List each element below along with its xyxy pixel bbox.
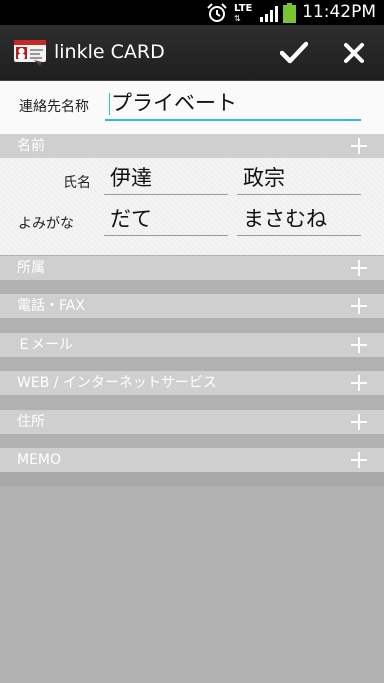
app-title: linkle CARD (54, 41, 165, 63)
section-divider (0, 395, 384, 409)
first-name-value: 政宗 (243, 166, 285, 190)
plus-icon (351, 452, 367, 468)
alarm-icon (206, 0, 228, 25)
name-fields: 氏名 伊達 政宗 よみがな だて まさむね (0, 158, 384, 255)
signal-icon (259, 0, 279, 25)
last-name-value: 伊達 (110, 166, 152, 190)
section-title-email: Ｅメール (17, 337, 73, 353)
section-divider (0, 357, 384, 371)
plus-icon (351, 298, 367, 314)
section-title-name: 名前 (17, 138, 45, 154)
checkmark-icon (280, 41, 308, 63)
plus-icon (351, 138, 367, 154)
status-bar: LTE ⇅ 11:42PM (0, 0, 384, 25)
last-name-input[interactable]: 伊達 (104, 164, 228, 195)
section-header-web[interactable]: WEB / インターネットサービス (0, 371, 384, 395)
full-name-label: 氏名 (63, 175, 91, 191)
battery-icon (283, 0, 296, 25)
section-header-affiliation[interactable]: 所属 (0, 256, 384, 280)
cancel-button[interactable] (326, 25, 382, 80)
contact-name-input[interactable]: プライベート (105, 89, 361, 121)
text-caret (109, 93, 110, 115)
section-title-affiliation: 所属 (17, 260, 45, 276)
plus-icon (351, 414, 367, 430)
section-header-name[interactable]: 名前 (0, 134, 384, 158)
section-divider (0, 472, 384, 486)
first-name-input[interactable]: 政宗 (237, 164, 361, 195)
contact-name-row: 連絡先名称 プライベート (0, 81, 384, 134)
reading-label: よみがな (18, 216, 74, 232)
section-title-web: WEB / インターネットサービス (17, 375, 217, 391)
section-title-memo: MEMO (17, 452, 62, 468)
section-header-email[interactable]: Ｅメール (0, 333, 384, 357)
section-title-phone: 電話・FAX (17, 298, 85, 314)
section-divider (0, 434, 384, 448)
last-name-reading-input[interactable]: だて (104, 205, 228, 236)
contact-name-label: 連絡先名称 (19, 99, 89, 115)
first-name-reading-value: まさむね (243, 207, 327, 231)
section-header-address[interactable]: 住所 (0, 410, 384, 434)
close-icon (344, 42, 364, 63)
first-name-reading-input[interactable]: まさむね (237, 205, 361, 236)
clock: 11:42PM (302, 2, 376, 22)
plus-icon (351, 337, 367, 353)
contact-card-icon (14, 40, 46, 66)
section-divider (0, 280, 384, 294)
action-bar: linkle CARD (0, 25, 384, 81)
section-header-memo[interactable]: MEMO (0, 448, 384, 472)
plus-icon (351, 260, 367, 276)
section-title-address: 住所 (17, 414, 45, 430)
section-header-phone[interactable]: 電話・FAX (0, 294, 384, 318)
confirm-button[interactable] (266, 25, 322, 80)
plus-icon (351, 375, 367, 391)
last-name-reading-value: だて (110, 207, 152, 231)
form-content: 連絡先名称 プライベート 名前 氏名 伊達 政宗 よみがな だて まさむね 所属 (0, 81, 384, 683)
lte-icon: LTE ⇅ (234, 2, 253, 23)
contact-name-value: プライベート (111, 91, 237, 115)
section-divider (0, 318, 384, 332)
